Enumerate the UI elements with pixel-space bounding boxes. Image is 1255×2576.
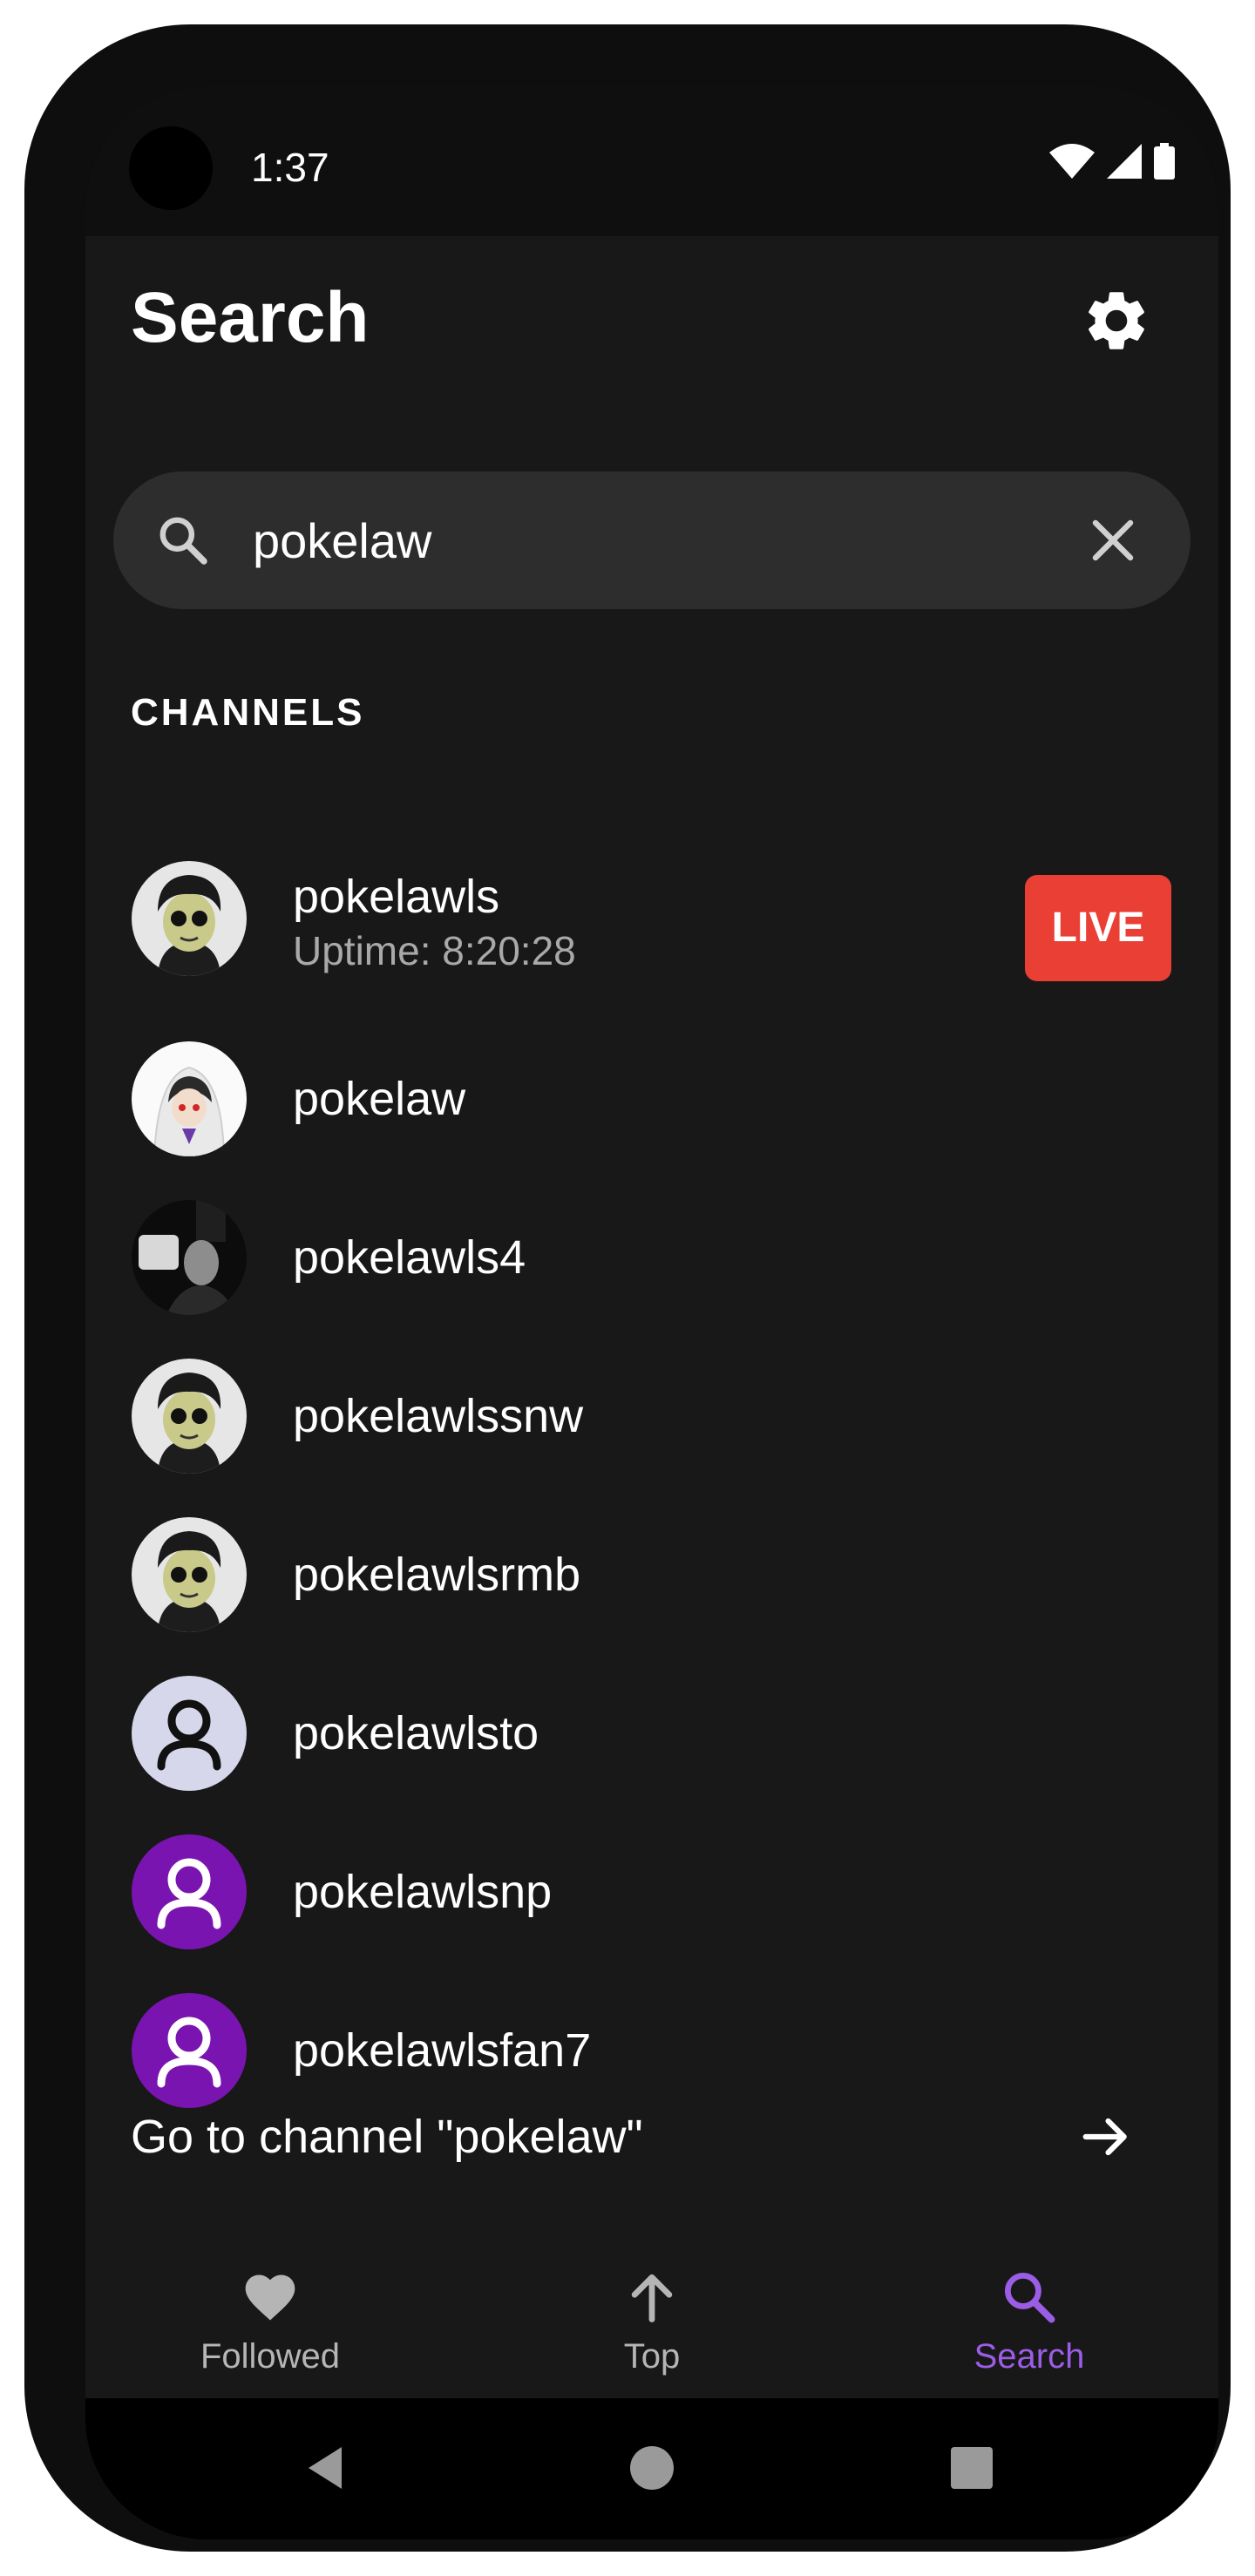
recents-icon[interactable] xyxy=(946,2442,998,2494)
anime-avatar-image xyxy=(132,1359,247,1474)
go-to-channel-row[interactable]: Go to channel "pokelaw" xyxy=(85,2089,1218,2185)
channel-avatar xyxy=(132,1834,247,1949)
anime-avatar-image xyxy=(132,861,247,976)
search-input[interactable] xyxy=(253,505,1037,576)
channel-avatar xyxy=(132,1041,247,1156)
live-badge: LIVE xyxy=(1025,875,1171,981)
arrow-right-icon xyxy=(1082,2118,1127,2156)
channel-name: pokelawlsnp xyxy=(293,1866,553,1918)
channel-row[interactable]: pokelawls4 xyxy=(85,1185,1218,1330)
nav-label: Followed xyxy=(200,2337,341,2376)
gear-icon xyxy=(1089,292,1144,349)
battery-icon xyxy=(1154,143,1175,180)
status-time: 1:37 xyxy=(251,145,329,190)
camera-cutout xyxy=(129,126,213,210)
nav-label: Top xyxy=(623,2337,681,2376)
channel-row[interactable]: pokelaw xyxy=(85,1027,1218,1171)
channel-name: pokelawls xyxy=(293,871,500,923)
search-bar xyxy=(113,471,1191,609)
default-user-icon xyxy=(132,1676,247,1791)
anime-avatar-image xyxy=(132,1517,247,1632)
nav-tab-top[interactable]: Top xyxy=(521,2236,783,2398)
page-title: Search xyxy=(131,278,370,357)
channel-row[interactable]: pokelawlsto xyxy=(85,1661,1218,1806)
channel-row[interactable]: pokelawlsrmb xyxy=(85,1502,1218,1647)
arrow-up-icon xyxy=(631,2274,673,2322)
bottom-navigation: Followed Top Search xyxy=(85,2236,1218,2398)
nav-tab-followed[interactable]: Followed xyxy=(139,2236,401,2398)
channel-avatar xyxy=(132,1359,247,1474)
channel-name: pokelawlssnw xyxy=(293,1390,584,1442)
photo-avatar-image xyxy=(132,1200,247,1315)
home-icon[interactable] xyxy=(626,2442,678,2494)
channel-name: pokelawlsfan7 xyxy=(293,2024,592,2077)
default-user-icon xyxy=(132,1834,247,1949)
channel-name: pokelaw xyxy=(293,1073,466,1125)
status-bar: 1:37 xyxy=(85,85,1218,236)
search-screen: Search CHANNELS xyxy=(85,236,1218,2240)
phone-frame: 1:37 Search CHANNELS xyxy=(24,24,1231,2552)
channel-avatar xyxy=(132,861,247,976)
system-navigation-bar xyxy=(85,2398,1218,2539)
channel-row[interactable]: pokelawls Uptime: 8:20:28 LIVE xyxy=(85,846,1218,991)
channel-row[interactable]: pokelawlssnw xyxy=(85,1344,1218,1488)
close-icon[interactable] xyxy=(1087,514,1139,566)
channel-avatar xyxy=(132,1676,247,1791)
channels-section-header: CHANNELS xyxy=(131,691,365,734)
search-icon xyxy=(1004,2272,1055,2323)
channel-avatar xyxy=(132,1200,247,1315)
channel-row[interactable]: pokelawlsnp xyxy=(85,1820,1218,1964)
screen: 1:37 Search CHANNELS xyxy=(85,85,1218,2539)
anime-avatar-image xyxy=(132,1041,247,1156)
wifi-icon xyxy=(1049,144,1095,179)
channel-uptime: Uptime: 8:20:28 xyxy=(293,928,576,973)
status-icons xyxy=(1049,143,1175,180)
settings-button[interactable] xyxy=(1081,285,1152,356)
heart-icon xyxy=(245,2274,295,2321)
nav-label: Search xyxy=(973,2337,1085,2376)
search-icon xyxy=(159,517,207,565)
channel-name: pokelawlsto xyxy=(293,1707,539,1759)
channel-name: pokelawls4 xyxy=(293,1231,526,1284)
channel-name: pokelawlsrmb xyxy=(293,1549,581,1601)
signal-icon xyxy=(1107,144,1142,179)
nav-tab-search[interactable]: Search xyxy=(899,2236,1160,2398)
back-icon[interactable] xyxy=(302,2442,354,2494)
go-to-channel-label: Go to channel "pokelaw" xyxy=(131,2111,643,2163)
channel-avatar xyxy=(132,1517,247,1632)
